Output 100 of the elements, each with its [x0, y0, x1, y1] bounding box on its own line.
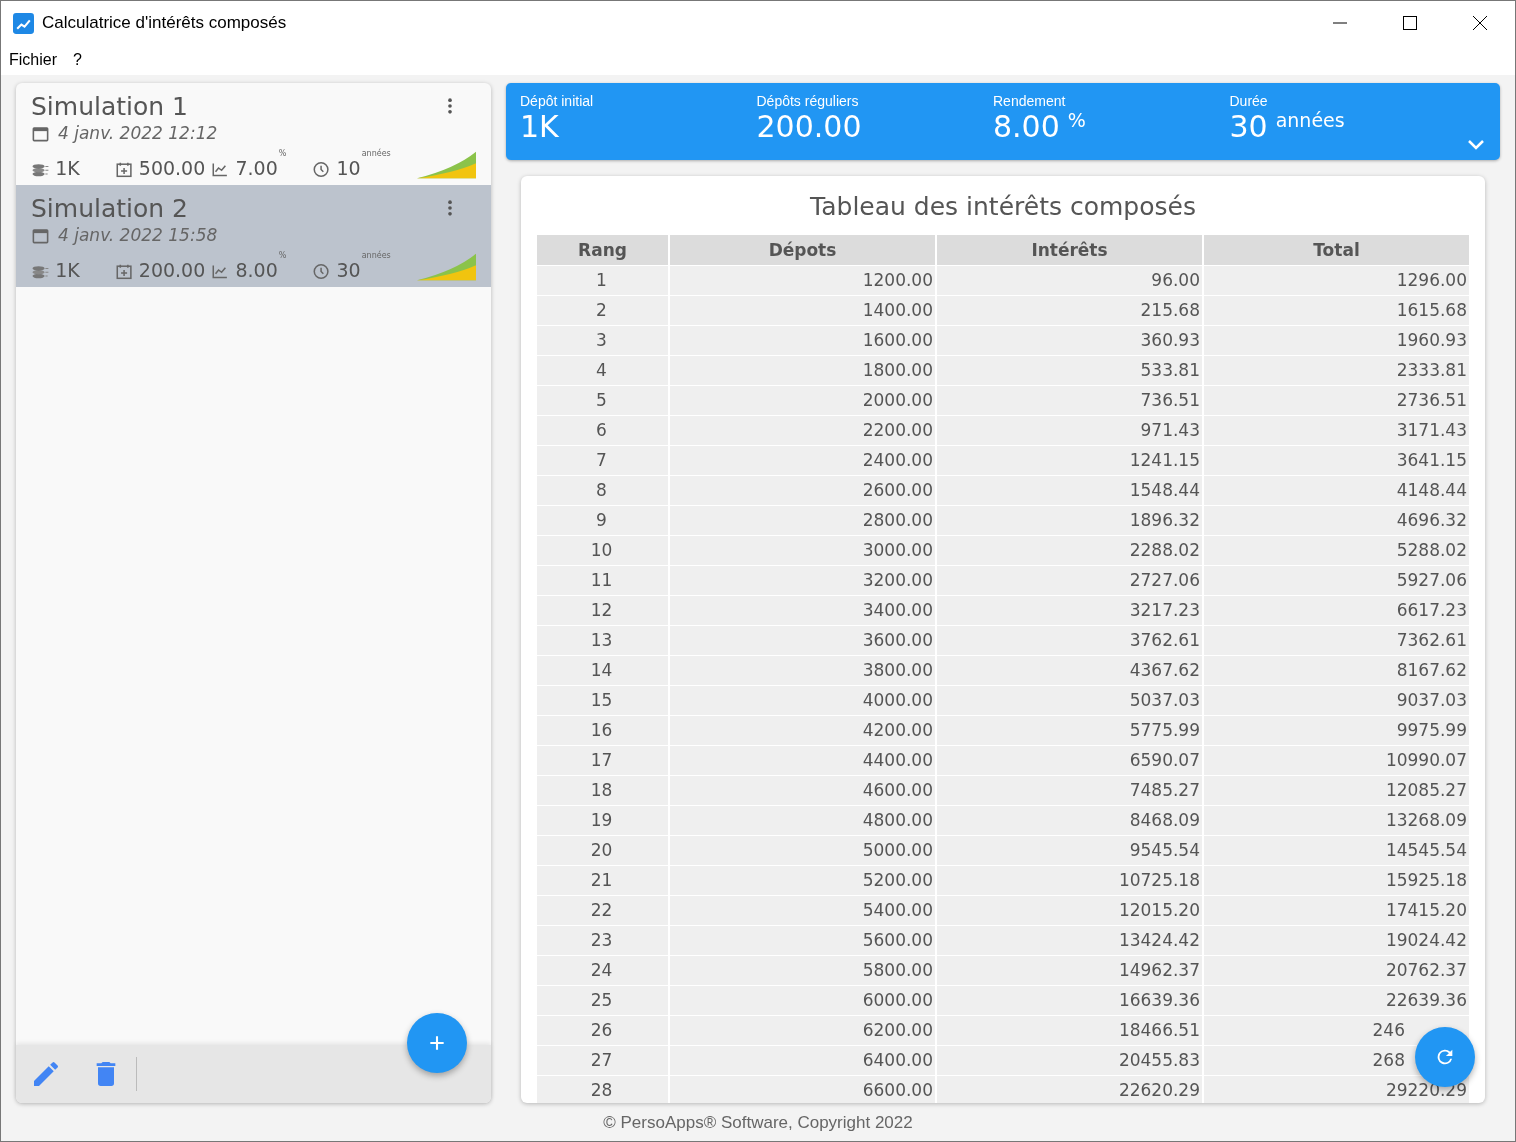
table-cell: 736.51: [937, 386, 1202, 415]
table-cell: 5927.06: [1204, 566, 1469, 595]
field-unit: %: [1067, 109, 1086, 131]
table-cell: 5775.99: [937, 716, 1202, 745]
table-cell: 1896.32: [937, 506, 1202, 535]
table-cell: 96.00: [937, 266, 1202, 295]
table-cell: 17: [537, 746, 668, 775]
simulation-date: 4 janv. 2022 15:58: [58, 225, 218, 245]
rate-value: 8.00: [235, 259, 278, 281]
table-cell: 20455.83: [937, 1046, 1202, 1075]
field-value: 8.00: [993, 109, 1060, 144]
table-cell: 3: [537, 326, 668, 355]
column-header[interactable]: Dépots: [670, 235, 935, 265]
table-cell: 2600.00: [670, 476, 935, 505]
table-cell: 12085.27: [1204, 776, 1469, 805]
table-cell: 4400.00: [670, 746, 935, 775]
table-cell: 18: [537, 776, 668, 805]
table-cell: 2400.00: [670, 446, 935, 475]
menu-item[interactable]: ?: [73, 51, 82, 69]
simulation-date: 4 janv. 2022 12:12: [58, 123, 218, 143]
table-cell: 17415.20: [1204, 896, 1469, 925]
table-cell: 16639.36: [937, 986, 1202, 1015]
column-header[interactable]: Intérêts: [937, 235, 1202, 265]
table-cell: 1615.68: [1204, 296, 1469, 325]
table-cell: 13424.42: [937, 926, 1202, 955]
table-cell: 6000.00: [670, 986, 935, 1015]
field-label: Dépôt initial: [520, 93, 595, 109]
regular-deposit: 200.00: [138, 259, 206, 281]
table-cell: 1960.93: [1204, 326, 1469, 355]
field-label: Dépôts réguliers: [756, 93, 860, 109]
table-cell: 2736.51: [1204, 386, 1469, 415]
table-cell: 3762.61: [937, 626, 1202, 655]
add-button[interactable]: [407, 1013, 467, 1073]
calendar-plus-icon: [114, 160, 133, 179]
simulation-item[interactable]: Simulation 2 4 janv. 2022 15:58 1K 200.00 8.00 % 30 années: [16, 185, 491, 287]
table-cell: 24: [537, 956, 668, 985]
table-cell: 3217.23: [937, 596, 1202, 625]
clock-icon: [312, 262, 331, 281]
table-cell: 6600.00: [670, 1076, 935, 1103]
table-cell: 15925.18: [1204, 866, 1469, 895]
table-cell: 5800.00: [670, 956, 935, 985]
table-cell: 18466.51: [937, 1016, 1202, 1045]
column-header[interactable]: Total: [1204, 235, 1469, 265]
window-title: Calculatrice d'intérêts composés: [42, 13, 287, 33]
table-cell: 25: [537, 986, 668, 1015]
table-cell: 5400.00: [670, 896, 935, 925]
duration-unit: années: [361, 251, 391, 260]
table-cell: 3000.00: [670, 536, 935, 565]
table-cell: 14545.54: [1204, 836, 1469, 865]
table-cell: 360.93: [937, 326, 1202, 355]
column-header[interactable]: Rang: [537, 235, 668, 265]
table-cell: 9545.54: [937, 836, 1202, 865]
field-value: 30: [1229, 109, 1268, 144]
field-label: Rendement: [993, 93, 1067, 109]
app-logo-icon: [13, 12, 34, 34]
table-cell: 1600.00: [670, 326, 935, 355]
table-cell: 26: [537, 1016, 668, 1045]
table-cell: 9037.03: [1204, 686, 1469, 715]
table-cell: 12015.20: [937, 896, 1202, 925]
table-cell: 10990.07: [1204, 746, 1469, 775]
table-cell: 7362.61: [1204, 626, 1469, 655]
initial-deposit: 1K: [55, 259, 81, 281]
table-cell: 9: [537, 506, 668, 535]
menu-item[interactable]: Fichier: [9, 51, 57, 69]
table-cell: 5600.00: [670, 926, 935, 955]
line-chart-icon: [211, 262, 230, 281]
table-cell: 5000.00: [670, 836, 935, 865]
table-cell: 10725.18: [937, 866, 1202, 895]
duration-unit: années: [361, 149, 391, 158]
table-cell: 15: [537, 686, 668, 715]
table-cell: 1548.44: [937, 476, 1202, 505]
table-cell: 215.68: [937, 296, 1202, 325]
table-cell: 3800.00: [670, 656, 935, 685]
field-label: Durée: [1229, 93, 1269, 109]
table-cell: 4000.00: [670, 686, 935, 715]
table-cell: 4600.00: [670, 776, 935, 805]
clock-icon: [312, 160, 331, 179]
table-cell: 14: [537, 656, 668, 685]
simulation-item[interactable]: Simulation 1 4 janv. 2022 12:12 1K 500.00 7.00 % 10 années: [16, 83, 491, 185]
field-value: 1K: [520, 109, 559, 144]
table-cell: 2200.00: [670, 416, 935, 445]
table-cell: 4200.00: [670, 716, 935, 745]
table-cell: 8: [537, 476, 668, 505]
table-cell: 6: [537, 416, 668, 445]
duration-value: 10: [336, 157, 361, 179]
table-cell: 4800.00: [670, 806, 935, 835]
table-cell: 2333.81: [1204, 356, 1469, 385]
table-cell: 1200.00: [670, 266, 935, 295]
table-cell: 6617.23: [1204, 596, 1469, 625]
table-cell: 22620.29: [937, 1076, 1202, 1103]
duration-value: 30: [336, 259, 361, 281]
table-cell: 19024.42: [1204, 926, 1469, 955]
table-cell: 14962.37: [937, 956, 1202, 985]
table-cell: 1: [537, 266, 668, 295]
line-chart-icon: [211, 160, 230, 179]
table-cell: 1241.15: [937, 446, 1202, 475]
table-cell: 27: [537, 1046, 668, 1075]
table-cell: 3600.00: [670, 626, 935, 655]
table-cell: 533.81: [937, 356, 1202, 385]
table-cell: 4696.32: [1204, 506, 1469, 535]
